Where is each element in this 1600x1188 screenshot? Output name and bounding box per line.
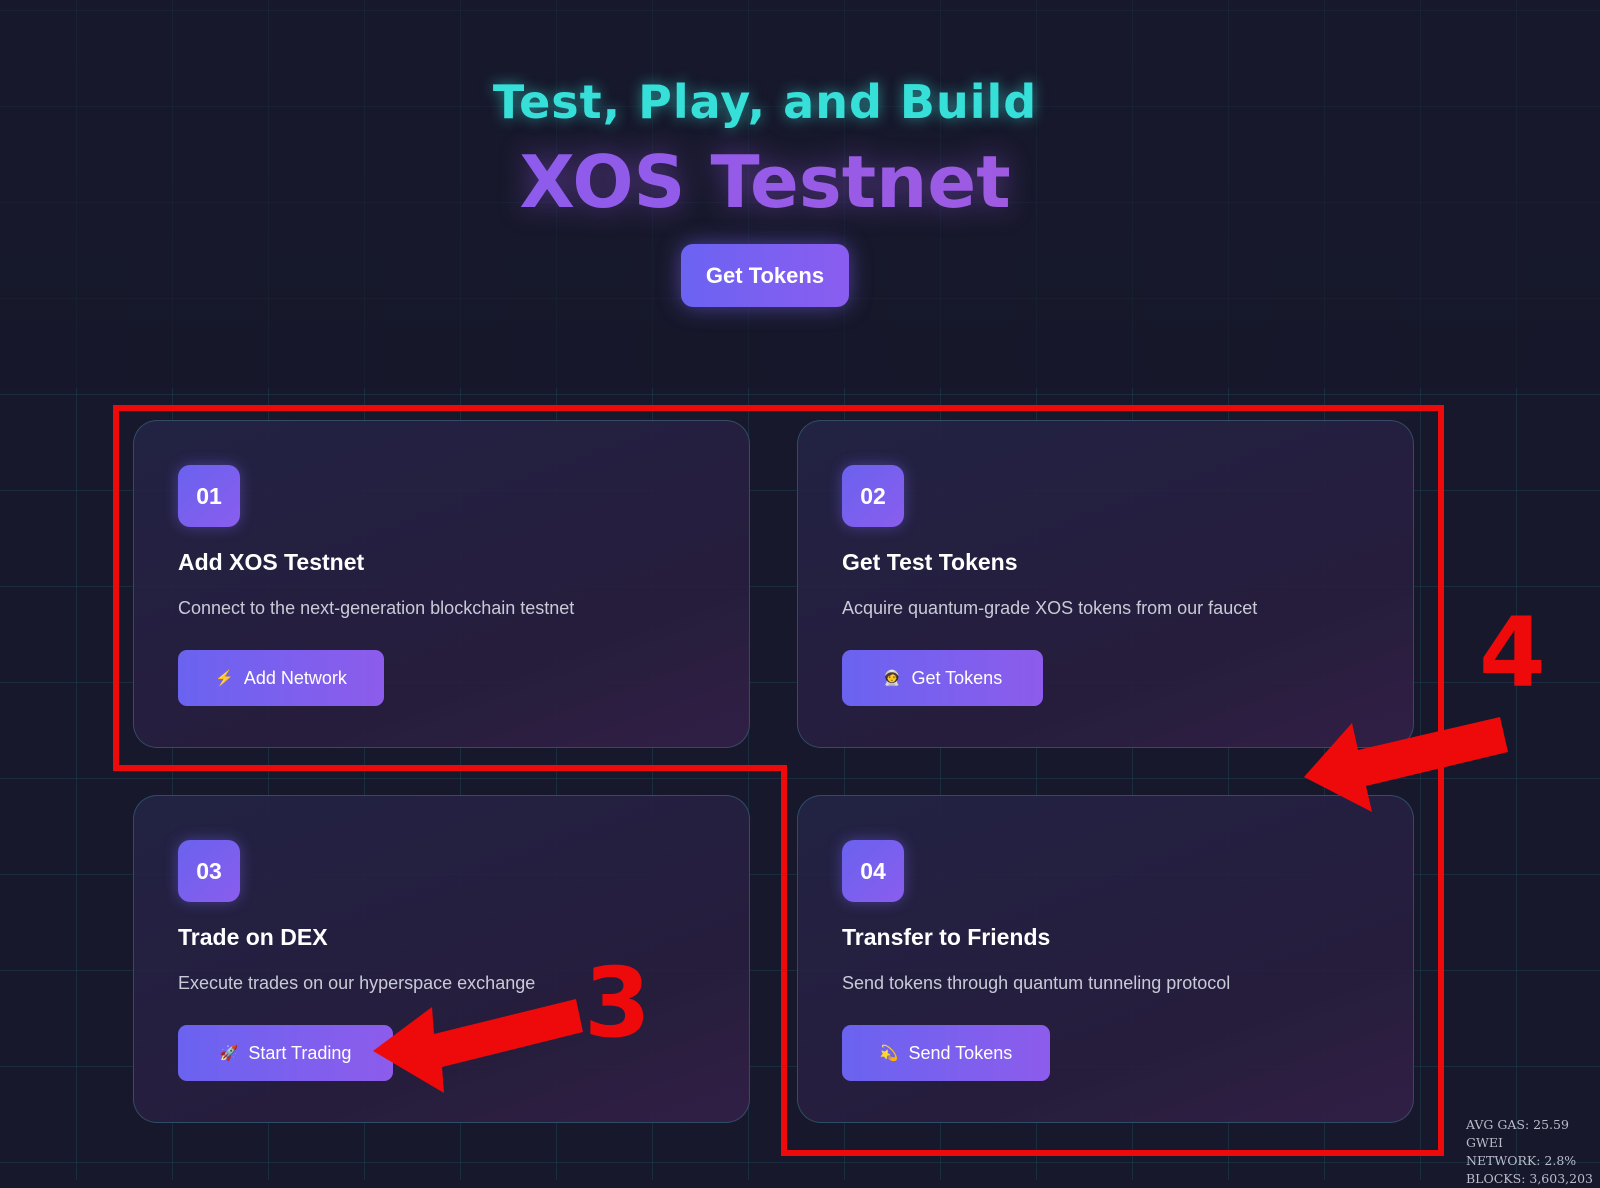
get-tokens-hero-button[interactable]: Get Tokens	[681, 244, 849, 307]
button-label: Get Tokens	[911, 667, 1003, 688]
step-card-add-network: 01 Add XOS Testnet Connect to the next-g…	[133, 420, 750, 748]
send-tokens-button[interactable]: 💫 Send Tokens	[842, 1025, 1050, 1081]
add-network-button[interactable]: ⚡ Add Network	[178, 650, 384, 706]
step-title: Trade on DEX	[178, 924, 328, 950]
lightning-icon: ⚡	[215, 670, 234, 687]
step-description: Send tokens through quantum tunneling pr…	[842, 973, 1231, 993]
step-title: Transfer to Friends	[842, 924, 1051, 950]
step-number-badge: 01	[178, 465, 240, 527]
get-tokens-button[interactable]: 🧑‍🚀 Get Tokens	[842, 650, 1043, 706]
step-title: Add XOS Testnet	[178, 549, 365, 575]
step-number-badge: 03	[178, 840, 240, 902]
step-description: Acquire quantum-grade XOS tokens from ou…	[842, 598, 1258, 618]
annotation-label-4: 4	[1479, 597, 1546, 709]
hero-title: XOS Testnet	[0, 140, 1530, 224]
button-label: Start Trading	[248, 1042, 352, 1063]
astronaut-icon: 🧑‍🚀	[882, 670, 902, 687]
hero-tagline: Test, Play, and Build	[492, 75, 1038, 129]
step-number-badge: 02	[842, 465, 904, 527]
button-label: Send Tokens	[908, 1042, 1013, 1063]
start-trading-button[interactable]: 🚀 Start Trading	[178, 1025, 393, 1081]
button-label: Add Network	[243, 667, 347, 688]
network-stats-panel: AVG GAS: 25.59 GWEI NETWORK: 2.8% BLOCKS…	[1466, 1116, 1600, 1188]
step-description: Connect to the next-generation blockchai…	[178, 598, 575, 618]
annotation-label-3: 3	[584, 947, 651, 1059]
step-card-get-tokens: 02 Get Test Tokens Acquire quantum-grade…	[797, 420, 1414, 748]
step-card-transfer: 04 Transfer to Friends Send tokens throu…	[797, 795, 1414, 1123]
rocket-icon: 🚀	[219, 1045, 239, 1062]
step-description: Execute trades on our hyperspace exchang…	[178, 973, 536, 993]
comet-icon: 💫	[879, 1045, 899, 1062]
step-title: Get Test Tokens	[842, 549, 1018, 575]
step-card-trade: 03 Trade on DEX Execute trades on our hy…	[133, 795, 750, 1123]
network-load-stat: NETWORK: 2.8%	[1466, 1153, 1577, 1168]
block-count-stat: BLOCKS: 3,603,203	[1466, 1171, 1594, 1186]
avg-gas-stat: AVG GAS: 25.59 GWEI	[1466, 1117, 1569, 1150]
step-number-badge: 04	[842, 840, 904, 902]
